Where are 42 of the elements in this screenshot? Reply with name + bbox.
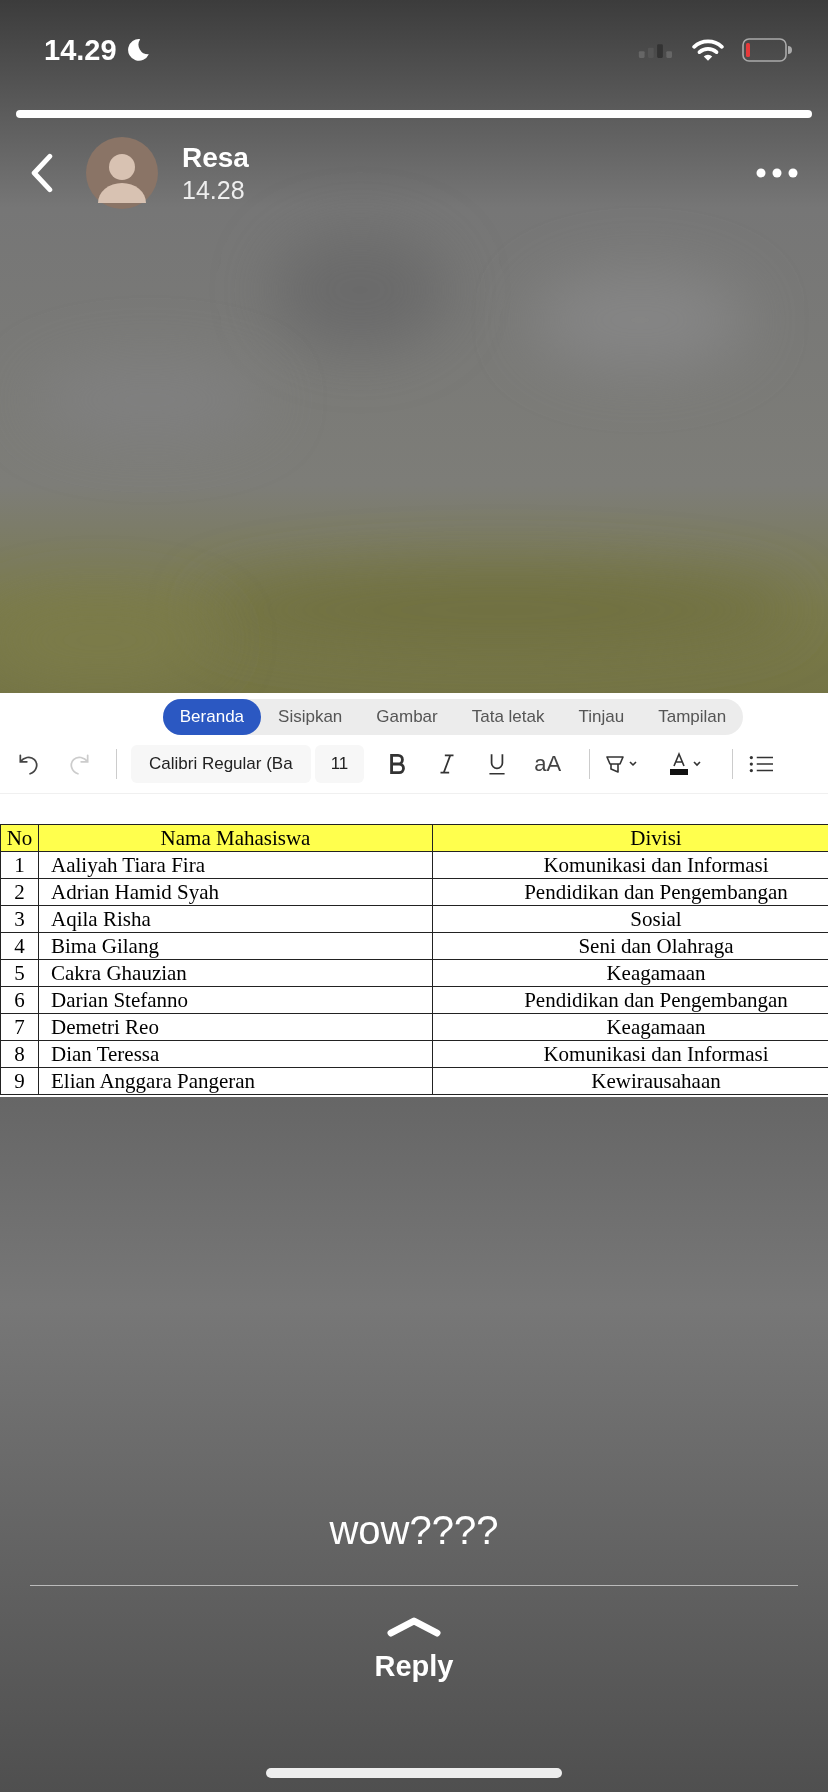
table-cell: Aaliyah Tiara Fira — [38, 851, 433, 879]
font-name-field[interactable]: Calibri Regular (Ba — [131, 745, 311, 783]
table-cell: 8 — [0, 1040, 39, 1068]
table-cell: 4 — [0, 932, 39, 960]
ribbon-tab[interactable]: Sisipkan — [261, 699, 360, 735]
ribbon-tab[interactable]: Gambar — [359, 699, 455, 735]
status-time: 14.29 — [44, 33, 117, 67]
chevron-up-icon[interactable] — [386, 1616, 442, 1638]
table-cell: Darian Stefanno — [38, 986, 433, 1014]
table-cell: Dian Teressa — [38, 1040, 433, 1068]
table-cell: 2 — [0, 878, 39, 906]
column-header: Divisi — [432, 824, 828, 852]
post-time: 14.28 — [182, 175, 246, 205]
table-cell: 6 — [0, 986, 39, 1014]
avatar[interactable] — [86, 137, 158, 209]
wifi-icon — [692, 38, 724, 62]
battery-icon — [742, 38, 792, 62]
table-cell: 9 — [0, 1067, 39, 1095]
text-case-button[interactable]: aA — [534, 751, 562, 777]
story-caption: wow???? — [329, 1507, 499, 1554]
table-cell: 7 — [0, 1013, 39, 1041]
table-cell: Bima Gilang — [38, 932, 433, 960]
font-size-field[interactable]: 11 — [314, 745, 365, 783]
more-icon[interactable] — [756, 168, 798, 178]
table-cell: Adrian Hamid Syah — [38, 878, 433, 906]
ribbon-tab[interactable]: Tampilan — [641, 699, 744, 735]
table-cell: Cakra Ghauzian — [38, 959, 433, 987]
table-cell: Aqila Risha — [38, 905, 433, 933]
table-cell: 3 — [0, 905, 39, 933]
table-cell: 5 — [0, 959, 39, 987]
signal-icon — [638, 42, 674, 58]
table-cell: Elian Anggara Pangeran — [38, 1067, 433, 1095]
back-icon[interactable] — [30, 153, 54, 193]
ribbon-tab[interactable]: Beranda — [162, 699, 262, 735]
table-cell: Demetri Reo — [38, 1013, 433, 1041]
user-name: Resa — [182, 141, 249, 175]
reply-button[interactable]: Reply — [366, 1646, 462, 1687]
table-cell: 1 — [0, 851, 39, 879]
column-header: No — [0, 824, 39, 852]
column-header: Nama Mahasiswa — [38, 824, 433, 852]
ribbon-tab[interactable]: Tata letak — [454, 699, 562, 735]
ribbon-tab[interactable]: Tinjau — [561, 699, 642, 735]
